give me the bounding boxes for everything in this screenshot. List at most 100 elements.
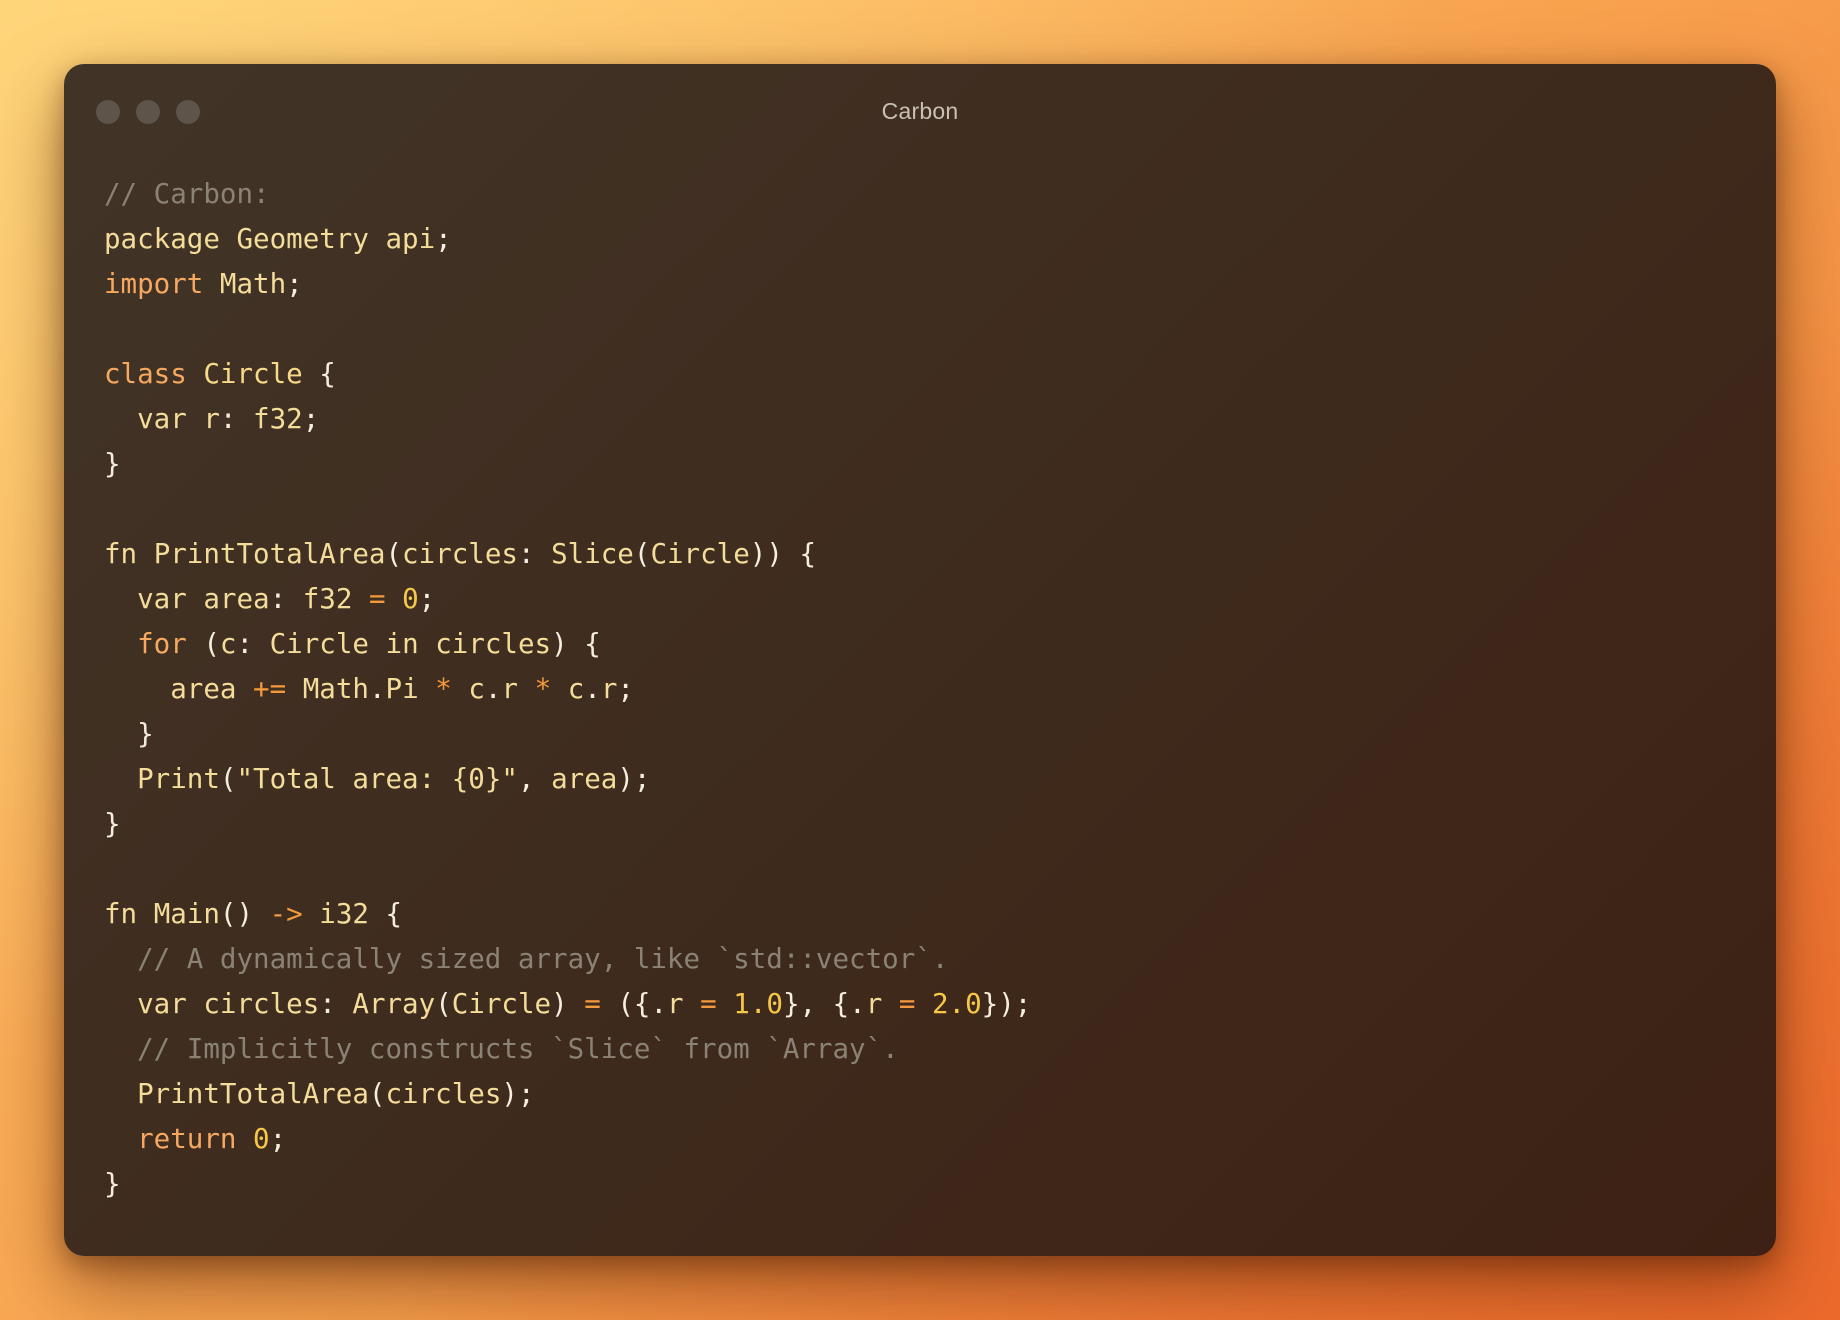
code-editor[interactable]: // Carbon: package Geometry api; import Ma… bbox=[104, 172, 1031, 1207]
code-line: } bbox=[104, 1162, 1031, 1207]
code-identifier: Circle bbox=[451, 988, 552, 1020]
code-line: import Math; bbox=[104, 262, 1031, 307]
code-number: 1.0 bbox=[733, 988, 783, 1020]
code-punctuation bbox=[220, 223, 237, 255]
code-identifier: area bbox=[170, 673, 237, 705]
code-punctuation: : bbox=[219, 403, 254, 435]
code-punctuation bbox=[187, 988, 204, 1020]
code-line: } bbox=[104, 442, 1031, 487]
code-line: var area: f32 = 0; bbox=[104, 577, 1031, 622]
code-identifier: Pi bbox=[385, 673, 419, 705]
code-punctuation: ( bbox=[633, 538, 651, 570]
code-punctuation bbox=[104, 943, 137, 975]
code-line: var r: f32; bbox=[104, 397, 1031, 442]
code-identifier: package bbox=[104, 223, 220, 255]
code-punctuation bbox=[104, 1033, 137, 1065]
code-punctuation bbox=[236, 1123, 253, 1155]
code-punctuation: ( bbox=[385, 538, 403, 570]
code-identifier: fn bbox=[104, 538, 138, 570]
code-punctuation bbox=[187, 583, 204, 615]
code-number: 2.0 bbox=[931, 988, 982, 1020]
code-punctuation bbox=[104, 1078, 137, 1110]
code-punctuation: ); bbox=[617, 763, 651, 795]
code-line: class Circle { bbox=[104, 352, 1031, 397]
code-punctuation: } bbox=[104, 718, 154, 750]
code-identifier: f32 bbox=[302, 583, 353, 615]
code-identifier: r bbox=[600, 673, 618, 705]
code-identifier: Array bbox=[352, 988, 436, 1020]
code-punctuation: ; bbox=[617, 673, 634, 705]
code-line: return 0; bbox=[104, 1117, 1031, 1162]
code-punctuation: . bbox=[584, 673, 601, 705]
code-identifier: f32 bbox=[253, 403, 303, 435]
code-identifier: in bbox=[385, 628, 419, 660]
code-punctuation: ( bbox=[186, 628, 220, 660]
code-identifier: Geometry bbox=[236, 223, 369, 255]
code-identifier: area bbox=[551, 763, 618, 795]
code-punctuation: , bbox=[517, 763, 552, 795]
window-title: Carbon bbox=[881, 98, 959, 124]
code-punctuation: ( bbox=[219, 763, 237, 795]
code-punctuation bbox=[518, 673, 535, 705]
code-punctuation bbox=[104, 403, 137, 435]
code-punctuation bbox=[104, 1123, 137, 1155]
code-identifier: r bbox=[865, 988, 883, 1020]
code-identifier: circles bbox=[385, 1078, 502, 1110]
code-punctuation bbox=[915, 988, 932, 1020]
code-punctuation: ( bbox=[435, 988, 452, 1020]
code-punctuation: . bbox=[484, 673, 502, 705]
code-punctuation bbox=[303, 898, 320, 930]
code-line: PrintTotalArea(circles); bbox=[104, 1072, 1031, 1117]
code-punctuation bbox=[882, 988, 899, 1020]
code-punctuation bbox=[104, 988, 137, 1020]
code-line: package Geometry api; bbox=[104, 217, 1031, 262]
code-keyword: return bbox=[137, 1123, 237, 1155]
code-operator: * bbox=[534, 673, 552, 705]
code-punctuation bbox=[236, 673, 253, 705]
code-identifier: r bbox=[667, 988, 684, 1020]
code-identifier: r bbox=[501, 673, 519, 705]
code-punctuation bbox=[551, 673, 568, 705]
code-punctuation bbox=[137, 898, 154, 930]
code-number: 0 bbox=[402, 583, 419, 615]
code-identifier: Circle bbox=[650, 538, 750, 570]
code-operator: * bbox=[435, 673, 452, 705]
code-punctuation bbox=[352, 583, 369, 615]
code-identifier: circles bbox=[435, 628, 552, 660]
code-identifier: i32 bbox=[319, 898, 369, 930]
code-punctuation: : bbox=[517, 538, 552, 570]
code-punctuation bbox=[452, 673, 469, 705]
code-punctuation: }); bbox=[981, 988, 1032, 1020]
code-operator: = bbox=[584, 988, 601, 1020]
code-punctuation: } bbox=[104, 1168, 121, 1200]
code-punctuation: { bbox=[368, 898, 403, 930]
code-line: Print("Total area: {0}", area); bbox=[104, 757, 1031, 802]
code-comment: // Implicitly constructs `Slice` from `A… bbox=[137, 1033, 899, 1065]
code-punctuation: ; bbox=[418, 583, 436, 615]
code-punctuation bbox=[137, 538, 154, 570]
code-line: fn PrintTotalArea(circles: Slice(Circle)… bbox=[104, 532, 1031, 577]
code-punctuation bbox=[419, 628, 436, 660]
code-punctuation bbox=[369, 628, 386, 660]
code-identifier: fn bbox=[104, 898, 138, 930]
code-operator: = bbox=[898, 988, 916, 1020]
code-operator: = bbox=[700, 988, 717, 1020]
code-identifier: Math bbox=[219, 268, 287, 300]
code-punctuation: { bbox=[302, 358, 336, 390]
code-operator: = bbox=[368, 583, 386, 615]
code-punctuation bbox=[369, 223, 386, 255]
code-punctuation bbox=[187, 403, 204, 435]
code-identifier: r bbox=[203, 403, 220, 435]
code-identifier: var bbox=[137, 583, 187, 615]
code-keyword: for bbox=[137, 628, 187, 660]
code-identifier: PrintTotalArea bbox=[153, 538, 386, 570]
code-punctuation: : bbox=[269, 583, 303, 615]
code-number: 0 bbox=[253, 1123, 270, 1155]
code-punctuation bbox=[104, 628, 137, 660]
code-identifier: circles bbox=[402, 538, 518, 570]
code-keyword: class bbox=[104, 358, 187, 390]
code-punctuation: : bbox=[236, 628, 270, 660]
code-punctuation: : bbox=[319, 988, 353, 1020]
